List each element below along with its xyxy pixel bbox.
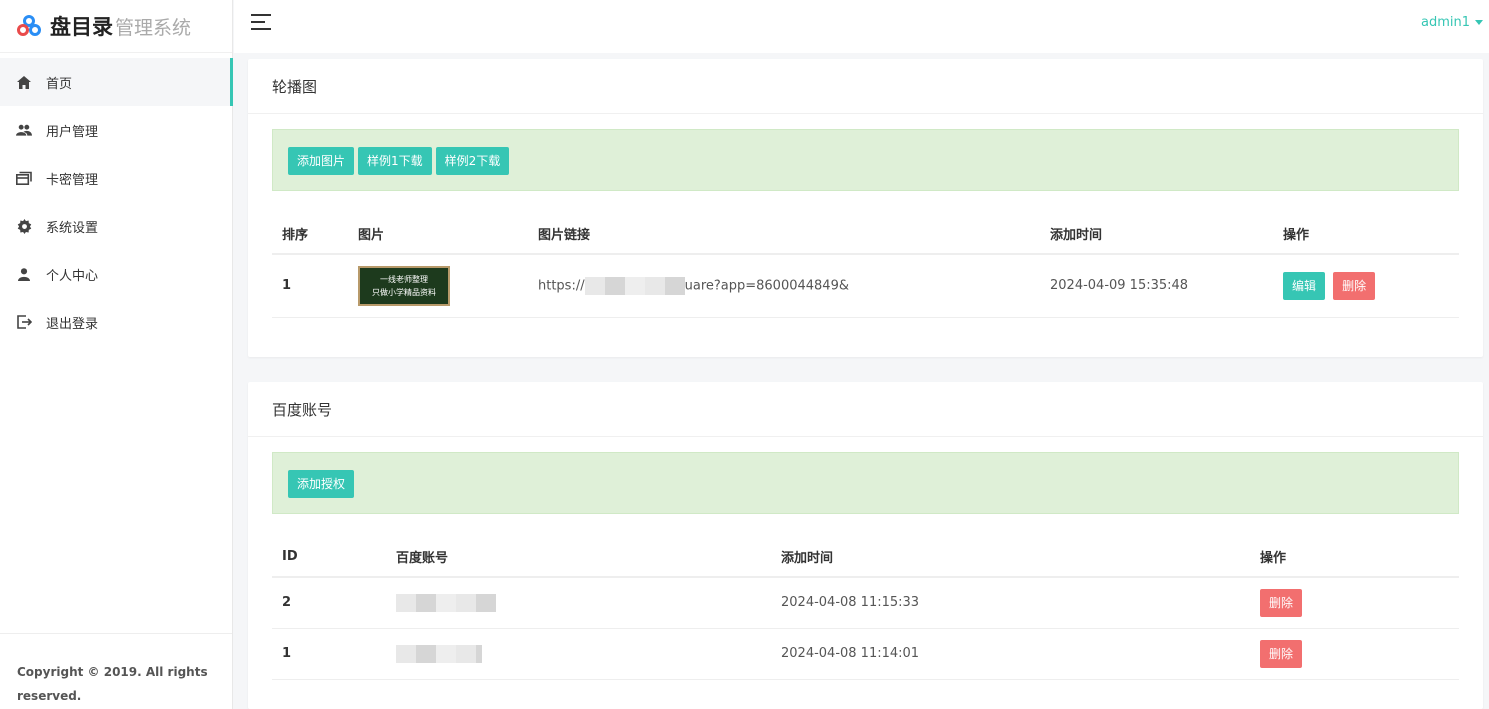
baidu-card: 百度账号 添加授权 ID 百度账号 添加时间 操作 2 2024-04-08 1… — [248, 382, 1483, 709]
column-header: 图片 — [348, 213, 528, 255]
sidebar-item-profile[interactable]: 个人中心 — [0, 250, 232, 298]
carousel-title: 轮播图 — [248, 59, 1483, 114]
id-cell: 2 — [272, 577, 386, 629]
menu-toggle-icon[interactable] — [251, 14, 271, 30]
column-header: 图片链接 — [528, 213, 1040, 255]
sidebar-item-home[interactable]: 首页 — [0, 58, 233, 106]
logout-icon — [16, 314, 32, 330]
gear-icon — [16, 218, 32, 234]
sidebar-item-logout[interactable]: 退出登录 — [0, 298, 232, 346]
sidebar-item-users[interactable]: 用户管理 — [0, 106, 232, 154]
table-row: 1 一线老师整理 只做小学精品资料 https:// uare?app=86000… — [272, 254, 1459, 318]
brand-logo[interactable]: 盘目录 管理系统 — [0, 0, 232, 53]
table-row: 1 2024-04-08 11:14:01 删除 — [272, 628, 1459, 680]
account-cell — [386, 628, 771, 680]
users-icon — [16, 122, 32, 138]
brand-title: 盘目录 — [50, 15, 113, 39]
delete-button[interactable]: 删除 — [1260, 588, 1303, 617]
sample2-download-button[interactable]: 样例2下载 — [435, 147, 510, 175]
caret-down-icon — [1475, 20, 1483, 25]
person-icon — [16, 266, 32, 282]
redacted-block — [396, 644, 482, 663]
sidebar: 盘目录 管理系统 首页 用户管理 卡密管理 系统设置 个人中心 退出登录 Cop… — [0, 0, 233, 709]
logo-icon — [16, 13, 42, 39]
time-cell: 2024-04-09 15:35:48 — [1040, 254, 1273, 318]
home-icon — [16, 74, 32, 90]
link-cell: https:// uare?app=8600044849& — [528, 254, 1040, 318]
table-row: 2 2024-04-08 11:15:33 删除 — [272, 577, 1459, 629]
user-menu[interactable]: admin1 — [1421, 15, 1483, 30]
brand-subtitle: 管理系统 — [115, 16, 192, 39]
baidu-title: 百度账号 — [248, 382, 1483, 437]
image-cell: 一线老师整理 只做小学精品资料 — [348, 254, 528, 318]
sidebar-item-label: 用户管理 — [46, 124, 99, 140]
actions-cell: 删除 — [1250, 628, 1459, 680]
column-header: 百度账号 — [386, 536, 771, 578]
sidebar-item-cards[interactable]: 卡密管理 — [0, 154, 232, 202]
cards-icon — [16, 170, 32, 186]
time-cell: 2024-04-08 11:14:01 — [771, 628, 1250, 680]
column-header: 添加时间 — [771, 536, 1250, 578]
add-authorization-button[interactable]: 添加授权 — [288, 470, 355, 498]
link-prefix: https:// — [538, 278, 585, 294]
baidu-table: ID 百度账号 添加时间 操作 2 2024-04-08 11:15:33 删除… — [272, 536, 1459, 680]
link-suffix: uare?app=8600044849& — [684, 278, 849, 294]
username: admin1 — [1420, 15, 1470, 30]
id-cell: 1 — [272, 628, 386, 680]
delete-button[interactable]: 删除 — [1260, 639, 1303, 668]
sidebar-item-label: 个人中心 — [46, 268, 99, 284]
redacted-block — [584, 276, 685, 295]
column-header: 添加时间 — [1040, 213, 1273, 255]
column-header: 操作 — [1250, 536, 1459, 578]
add-image-button[interactable]: 添加图片 — [288, 147, 355, 175]
thumbnail-text: 只做小学精品资料 — [372, 287, 436, 297]
baidu-toolbar: 添加授权 — [272, 452, 1459, 514]
sidebar-item-label: 系统设置 — [46, 220, 99, 236]
column-header: 操作 — [1273, 213, 1459, 255]
carousel-card: 轮播图 添加图片 样例1下载 样例2下载 排序 图片 图片链接 添加时间 操作 … — [248, 59, 1483, 357]
edit-button[interactable]: 编辑 — [1283, 271, 1326, 300]
account-cell — [386, 577, 771, 629]
actions-cell: 编辑 删除 — [1273, 254, 1459, 318]
carousel-table: 排序 图片 图片链接 添加时间 操作 1 一线老师整理 只做小学精品资料 htt… — [272, 213, 1459, 318]
time-cell: 2024-04-08 11:15:33 — [771, 577, 1250, 629]
order-cell: 1 — [272, 254, 348, 318]
sample1-download-button[interactable]: 样例1下载 — [358, 147, 432, 175]
column-header: ID — [272, 536, 386, 578]
actions-cell: 删除 — [1250, 577, 1459, 629]
thumbnail-text: 一线老师整理 — [380, 274, 428, 284]
redacted-block — [396, 593, 496, 612]
sidebar-item-label: 卡密管理 — [46, 172, 99, 188]
carousel-toolbar: 添加图片 样例1下载 样例2下载 — [272, 129, 1459, 191]
sidebar-item-settings[interactable]: 系统设置 — [0, 202, 232, 250]
carousel-thumbnail[interactable]: 一线老师整理 只做小学精品资料 — [358, 265, 450, 306]
sidebar-item-label: 退出登录 — [46, 316, 99, 332]
delete-button[interactable]: 删除 — [1333, 271, 1376, 300]
copyright-text: Copyright © 2019. All rights reserved. — [0, 633, 232, 709]
top-header: admin1 — [234, 0, 1489, 53]
sidebar-nav: 首页 用户管理 卡密管理 系统设置 个人中心 退出登录 — [0, 53, 233, 346]
column-header: 排序 — [272, 213, 348, 255]
sidebar-item-label: 首页 — [46, 76, 73, 92]
